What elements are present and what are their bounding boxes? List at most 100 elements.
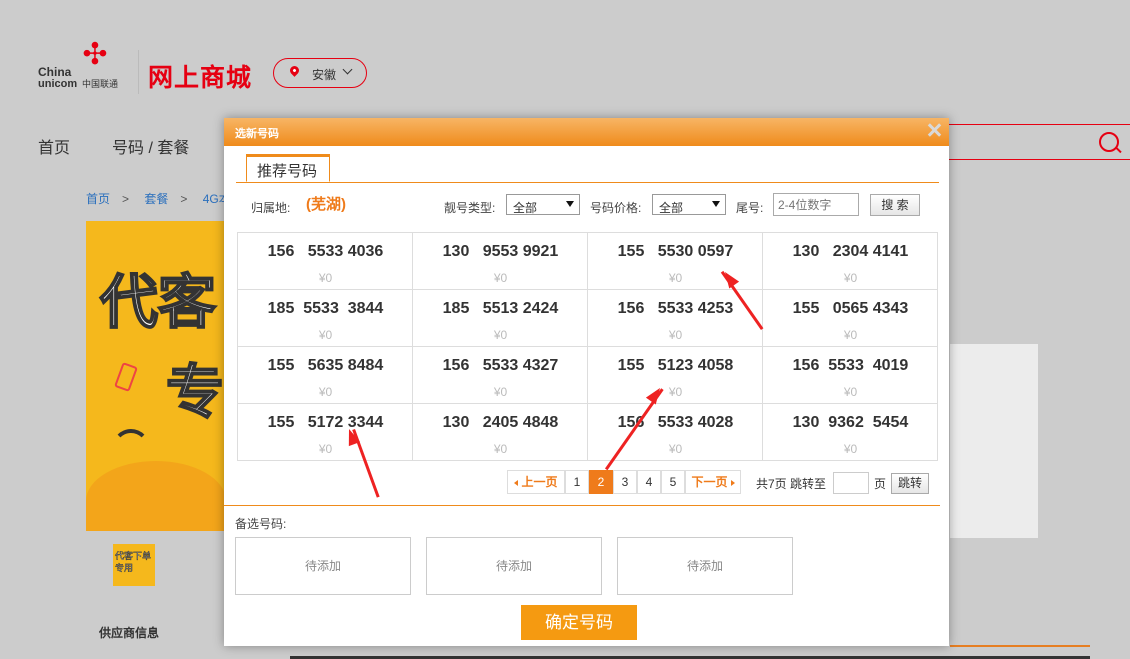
number-cell[interactable]: 155 0565 4343 ¥0 xyxy=(763,290,938,347)
tab-underline xyxy=(236,182,939,183)
dropdown-arrow-icon xyxy=(566,201,574,207)
page-3-button[interactable]: 3 xyxy=(613,470,637,494)
logo-unicom-text: unicom xyxy=(38,78,78,90)
number-grid: 156 5533 4036 ¥0 130 9553 9921 ¥0 155 5530… xyxy=(237,232,938,461)
phone-number: 156 5533 4327 xyxy=(442,357,559,374)
phone-number: 185 5513 2424 xyxy=(442,300,559,317)
number-cell[interactable]: 155 5635 8484 ¥0 xyxy=(238,347,413,404)
phone-number: 155 5530 0597 xyxy=(617,243,734,260)
breadcrumb-plans[interactable]: 套餐 xyxy=(144,192,168,206)
site-search-input[interactable] xyxy=(940,124,1130,160)
tab-recommended-numbers[interactable]: 推荐号码 xyxy=(246,154,330,182)
number-price: ¥0 xyxy=(493,271,508,285)
search-button[interactable]: 搜 索 xyxy=(870,194,920,216)
nav-item-home[interactable]: 首页 xyxy=(38,134,70,158)
banner-text-line1: 代客 xyxy=(99,270,217,336)
prev-page-button[interactable]: 上一页 xyxy=(507,470,565,494)
backup-numbers-label: 备选号码: xyxy=(235,517,287,531)
type-label: 靓号类型: xyxy=(444,201,496,215)
number-price: ¥0 xyxy=(843,328,858,342)
number-cell[interactable]: 130 2304 4141 ¥0 xyxy=(763,233,938,290)
location-selector[interactable]: 安徽 xyxy=(273,58,367,88)
phone-number: 156 5533 4253 xyxy=(617,300,734,317)
banner-text-line2: 专 xyxy=(165,360,224,426)
price-select[interactable]: 全部 xyxy=(652,194,726,215)
jump-button[interactable]: 跳转 xyxy=(891,473,929,494)
type-select-value: 全部 xyxy=(513,201,538,215)
unicom-logo[interactable]: ✣ China unicom 中国联通 xyxy=(38,38,128,90)
product-banner: 代客 专 xyxy=(86,221,224,531)
number-price: ¥0 xyxy=(843,385,858,399)
tail-number-input[interactable] xyxy=(773,193,859,216)
number-cell[interactable]: 156 5533 4019 ¥0 xyxy=(763,347,938,404)
filter-bar: 归属地: (芜湖) 靓号类型: 全部 号码价格: 全部 尾号: 搜 索 xyxy=(224,192,949,218)
next-page-label: 下一页 xyxy=(691,475,728,489)
number-cell[interactable]: 130 9362 5454 ¥0 xyxy=(763,404,938,461)
number-cell[interactable]: 130 9553 9921 ¥0 xyxy=(413,233,588,290)
phone-number: 156 5533 4036 xyxy=(267,243,384,260)
logo-chinese-text: 中国联通 xyxy=(82,79,119,89)
page-1-button[interactable]: 1 xyxy=(565,470,589,494)
number-cell[interactable]: 156 5533 4036 ¥0 xyxy=(238,233,413,290)
bottom-accent-line xyxy=(950,645,1090,647)
number-price: ¥0 xyxy=(493,442,508,456)
search-icon[interactable] xyxy=(1099,132,1119,152)
phone-number: 130 2304 4141 xyxy=(792,243,909,260)
number-cell[interactable]: 185 5533 3844 ¥0 xyxy=(238,290,413,347)
number-cell[interactable]: 185 5513 2424 ¥0 xyxy=(413,290,588,347)
price-select-value: 全部 xyxy=(659,201,684,215)
number-cell[interactable]: 130 2405 4848 ¥0 xyxy=(413,404,588,461)
number-cell[interactable]: 156 5533 4253 ¥0 xyxy=(588,290,763,347)
unicom-knot-icon: ✣ xyxy=(82,38,108,71)
phone-number: 185 5533 3844 xyxy=(267,300,384,317)
jump-page-input[interactable] xyxy=(833,472,869,494)
breadcrumb-home[interactable]: 首页 xyxy=(86,192,110,206)
backup-slot[interactable]: 待添加 xyxy=(426,537,602,595)
number-cell[interactable]: 156 5533 4028 ¥0 xyxy=(588,404,763,461)
confirm-number-button[interactable]: 确定号码 xyxy=(521,605,637,640)
logo-divider xyxy=(138,50,139,94)
location-pin-icon xyxy=(288,64,301,77)
price-label: 号码价格: xyxy=(590,201,642,215)
thumbnail-text: 代客下单专用 xyxy=(115,551,152,574)
next-page-button[interactable]: 下一页 xyxy=(685,470,741,494)
dialog-header[interactable]: 选新号码 xyxy=(224,118,949,146)
number-cell[interactable]: 155 5172 3344 ¥0 xyxy=(238,404,413,461)
phone-number: 156 5533 4019 xyxy=(792,357,909,374)
number-cell[interactable]: 155 5123 4058 ¥0 xyxy=(588,347,763,404)
close-icon[interactable] xyxy=(927,123,941,137)
mall-title: 网上商城 xyxy=(148,64,253,92)
page-4-button[interactable]: 4 xyxy=(637,470,661,494)
nav-item-numbers[interactable]: 号码 / 套餐 xyxy=(112,134,189,158)
logo-china-text: China xyxy=(38,65,72,79)
location-text: 安徽 xyxy=(312,68,337,82)
right-panel xyxy=(950,344,1038,538)
type-select[interactable]: 全部 xyxy=(506,194,580,215)
backup-slot[interactable]: 待添加 xyxy=(617,537,793,595)
breadcrumb: 首页 > 套餐 > 4G本 xyxy=(86,190,243,207)
select-number-dialog: 选新号码 推荐号码 归属地: (芜湖) 靓号类型: 全部 号码价格: 全部 尾号… xyxy=(224,118,949,646)
banner-thumbnail[interactable]: 代客下单专用 xyxy=(112,543,156,587)
backup-slot[interactable]: 待添加 xyxy=(235,537,411,595)
page-2-button[interactable]: 2 xyxy=(589,470,613,494)
number-price: ¥0 xyxy=(318,442,333,456)
section-divider xyxy=(224,505,940,506)
site-header: ✣ China unicom 中国联通 网上商城 安徽 xyxy=(0,0,1130,110)
chevron-down-icon xyxy=(342,64,353,75)
number-price: ¥0 xyxy=(318,385,333,399)
breadcrumb-separator: > xyxy=(180,192,188,206)
phone-number: 130 2405 4848 xyxy=(442,414,559,431)
breadcrumb-separator: > xyxy=(122,192,130,206)
banner-ground xyxy=(86,461,224,531)
phone-number: 155 0565 4343 xyxy=(792,300,909,317)
page-total-text: 共7页 跳转至 xyxy=(756,477,827,491)
number-price: ¥0 xyxy=(843,442,858,456)
chevron-left-icon xyxy=(514,479,519,486)
phone-number: 155 5172 3344 xyxy=(267,414,384,431)
page-unit-text: 页 xyxy=(874,477,887,491)
number-cell[interactable]: 156 5533 4327 ¥0 xyxy=(413,347,588,404)
dropdown-arrow-icon xyxy=(712,201,720,207)
page-5-button[interactable]: 5 xyxy=(661,470,685,494)
number-price: ¥0 xyxy=(318,328,333,342)
number-price: ¥0 xyxy=(668,328,683,342)
